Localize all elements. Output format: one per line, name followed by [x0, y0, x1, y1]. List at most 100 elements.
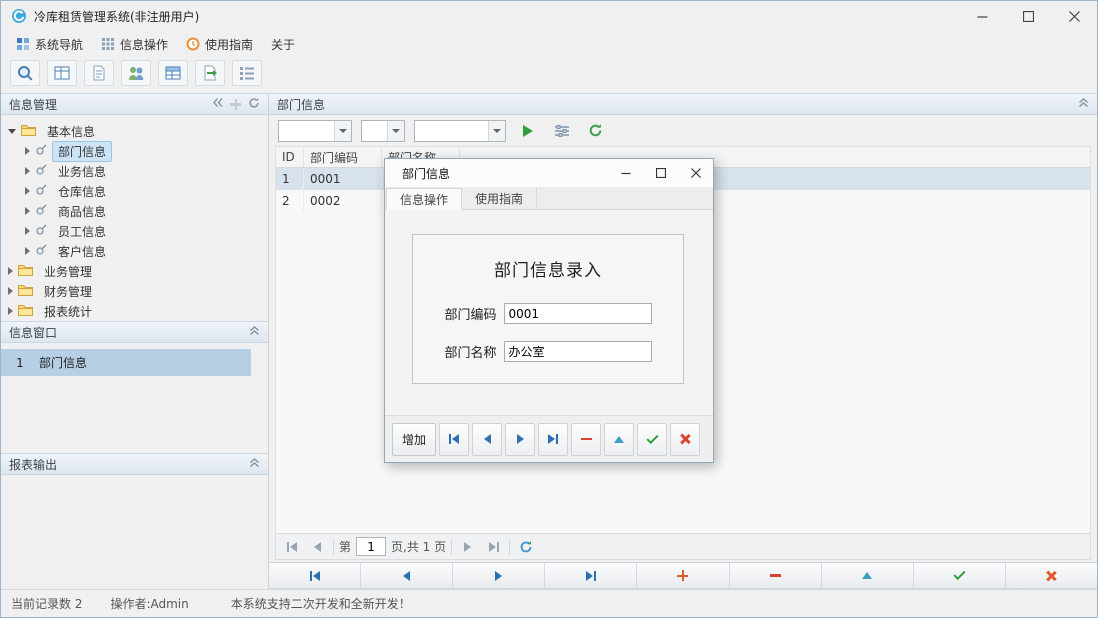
- minus-icon: [769, 574, 781, 577]
- tree-item-business-mgmt[interactable]: 业务管理: [8, 261, 268, 281]
- dialog-confirm-button[interactable]: [637, 422, 668, 456]
- search-tool-button[interactable]: [10, 60, 40, 86]
- maximize-icon: [655, 168, 666, 178]
- operator-label: 操作者:Admin: [110, 597, 189, 611]
- dept-code-input[interactable]: [503, 303, 652, 324]
- next-page-button[interactable]: [457, 536, 478, 557]
- menu-info-operations[interactable]: 信息操作: [92, 33, 177, 55]
- dropdown-button[interactable]: [387, 120, 404, 141]
- insert-record-button[interactable]: [637, 563, 730, 588]
- dialog-maximize-button[interactable]: [643, 159, 678, 187]
- next-record-button[interactable]: [453, 563, 546, 588]
- dropdown-button[interactable]: [334, 120, 351, 141]
- dialog-close-button[interactable]: [678, 159, 713, 187]
- last-page-button[interactable]: [483, 536, 504, 557]
- check-icon: [953, 567, 966, 581]
- tree-item-label: 基本信息: [47, 124, 96, 139]
- tree-item-report-stats[interactable]: 报表统计: [8, 301, 268, 321]
- list-item-index: 1: [16, 355, 24, 370]
- tree-item-finance-mgmt[interactable]: 财务管理: [8, 281, 268, 301]
- data-grid-tool-button[interactable]: [158, 60, 188, 86]
- menu-about[interactable]: 关于: [262, 33, 304, 55]
- dialog-minimize-button[interactable]: [608, 159, 643, 187]
- list-item[interactable]: 1 部门信息: [1, 349, 251, 376]
- prev-record-button[interactable]: [361, 563, 454, 588]
- search-field-combo[interactable]: [278, 119, 352, 142]
- dialog-delete-button[interactable]: [571, 422, 602, 456]
- export-tool-button[interactable]: [195, 60, 225, 86]
- collapse-up-icon[interactable]: [249, 457, 260, 471]
- list-tool-button[interactable]: [232, 60, 262, 86]
- search-operator-combo[interactable]: [361, 119, 405, 142]
- table-tool-button[interactable]: [47, 60, 77, 86]
- tree-item-basic-info[interactable]: 基本信息: [8, 121, 268, 141]
- advanced-search-button[interactable]: [549, 119, 574, 143]
- refresh-icon[interactable]: [248, 97, 260, 112]
- dialog-prev-button[interactable]: [472, 422, 503, 456]
- first-record-button[interactable]: [269, 563, 362, 588]
- report-output-header[interactable]: 报表输出: [1, 453, 268, 475]
- run-search-button[interactable]: [515, 119, 540, 143]
- triangle-up-icon: [614, 435, 625, 443]
- edit-record-button[interactable]: [821, 563, 914, 588]
- collapse-up-icon[interactable]: [1078, 97, 1089, 111]
- panel-title: 信息管理: [9, 97, 58, 112]
- tree-item-product-info[interactable]: 商品信息: [8, 201, 268, 221]
- dept-name-input[interactable]: [503, 341, 652, 362]
- column-header-id[interactable]: ID: [276, 147, 304, 167]
- app-icon: [11, 8, 27, 24]
- chevron-right-icon: [8, 267, 13, 275]
- tree-item-warehouse-info[interactable]: 仓库信息: [8, 181, 268, 201]
- dialog-edit-button[interactable]: [604, 422, 635, 456]
- collapse-up-icon[interactable]: [249, 325, 260, 339]
- tree-item-business-info[interactable]: 业务信息: [8, 161, 268, 181]
- maximize-button[interactable]: [1005, 1, 1051, 31]
- close-button[interactable]: [1051, 1, 1097, 31]
- tab-user-guide[interactable]: 使用指南: [462, 187, 538, 209]
- users-tool-button[interactable]: [121, 60, 151, 86]
- tree-item-employee-info[interactable]: 员工信息: [8, 221, 268, 241]
- dept-code-field-row: 部门编码: [413, 303, 683, 324]
- tree-item-customer-info[interactable]: 客户信息: [8, 241, 268, 261]
- tree-item-label: 报表统计: [44, 304, 93, 319]
- document-tool-button[interactable]: [84, 60, 114, 86]
- menu-system-navigation[interactable]: 系统导航: [7, 33, 92, 55]
- column-header-code[interactable]: 部门编码: [304, 147, 382, 167]
- menu-user-guide[interactable]: 使用指南: [177, 33, 262, 55]
- search-value-combo[interactable]: [414, 119, 506, 142]
- tree-item-department-info[interactable]: 部门信息: [8, 140, 268, 162]
- dialog-cancel-button[interactable]: [670, 422, 701, 456]
- sliders-icon: [554, 124, 569, 137]
- dialog-last-button[interactable]: [538, 422, 569, 456]
- info-window-header[interactable]: 信息窗口: [1, 321, 268, 343]
- dialog-controls: [608, 159, 713, 187]
- info-management-header[interactable]: 信息管理: [1, 93, 268, 115]
- refresh-icon: [520, 540, 532, 552]
- maximize-icon: [1022, 10, 1034, 22]
- chevron-right-icon: [25, 147, 30, 155]
- minimize-icon: [977, 15, 987, 18]
- collapse-left-icon[interactable]: [213, 97, 223, 111]
- delete-record-button[interactable]: [729, 563, 822, 588]
- refresh-page-button[interactable]: [515, 536, 536, 557]
- dialog-first-button[interactable]: [439, 422, 470, 456]
- prev-page-button[interactable]: [307, 536, 328, 557]
- cross-icon: [1046, 570, 1057, 582]
- last-record-button[interactable]: [545, 563, 638, 588]
- first-page-button[interactable]: [281, 536, 302, 557]
- dialog-add-button[interactable]: 增加: [392, 422, 437, 456]
- record-navigator: [269, 562, 1097, 589]
- tab-info-operations[interactable]: 信息操作: [386, 188, 463, 210]
- post-record-button[interactable]: [913, 563, 1006, 588]
- refresh-grid-button[interactable]: [583, 119, 608, 143]
- tab-label: 使用指南: [475, 191, 524, 206]
- minimize-button[interactable]: [959, 1, 1005, 31]
- tree-item-label: 财务管理: [44, 284, 93, 299]
- cancel-record-button[interactable]: [1005, 563, 1097, 588]
- menubar: 系统导航 信息操作 使用指南 关于: [1, 31, 1097, 57]
- page-number-input[interactable]: [356, 537, 387, 556]
- dept-name-label: 部门名称: [444, 346, 497, 361]
- dropdown-button[interactable]: [488, 120, 505, 141]
- dialog-next-button[interactable]: [505, 422, 536, 456]
- add-icon[interactable]: [230, 98, 241, 110]
